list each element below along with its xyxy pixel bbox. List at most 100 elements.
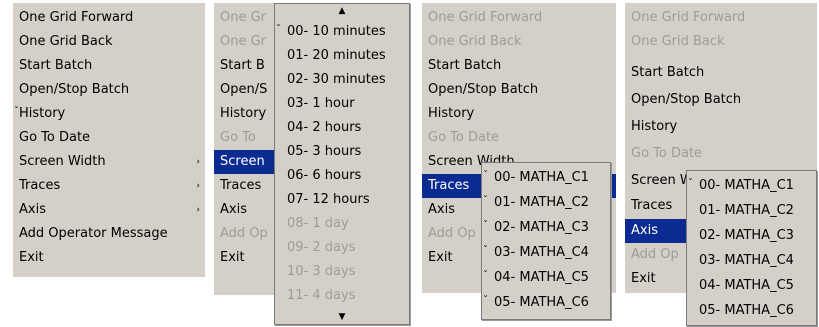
submenu-item-01[interactable]: 01- MATHA_C2	[687, 199, 816, 223]
check-mark-icon: ˇ	[14, 106, 19, 117]
submenu-item-03[interactable]: 03- MATHA_C4	[687, 249, 816, 273]
menu-item-label: Axis	[428, 202, 455, 217]
check-mark-icon: ˇ	[483, 270, 488, 281]
menu-item-label: Add Op	[220, 226, 268, 241]
menu-item-open-stop-batch[interactable]: Open/Stop Batch	[625, 88, 817, 112]
submenu-item-06[interactable]: 06- 6 hours	[275, 164, 409, 188]
submenu-item-04[interactable]: 04- MATHA_C5	[687, 274, 816, 298]
menu-item-label: One Gr	[220, 34, 267, 49]
menu-item-history[interactable]: History	[625, 115, 817, 139]
submenu-item-02[interactable]: 02- MATHA_C3	[687, 224, 816, 248]
menu-item-label: Go To Date	[428, 130, 500, 145]
menu-item-label: Go To Date	[19, 130, 91, 145]
submenu-item-09: 09- 2 days	[275, 236, 409, 260]
menu-item-go-to-date: Go To Date	[422, 126, 616, 150]
menu-item-label: Axis	[631, 223, 658, 238]
check-mark-icon: ˇ	[483, 245, 488, 256]
menu-item-label: Start Batch	[631, 65, 705, 80]
menu-item-label: Start B	[220, 58, 265, 73]
menu-item-one-grid-forward[interactable]: One Grid Forward	[13, 6, 205, 30]
menu-item-label: One Grid Back	[19, 34, 113, 49]
menu-item-label: One Grid Forward	[428, 10, 543, 25]
menu-item-label: History	[19, 106, 66, 121]
menu-item-label: History	[428, 106, 475, 121]
scroll-down-icon[interactable]: ▼	[275, 310, 409, 324]
context-menu-main: One Grid Forward One Grid Back Start Bat…	[13, 3, 205, 277]
submenu-item-05[interactable]: 05- 3 hours	[275, 140, 409, 164]
submenu-item-label: 04- MATHA_C5	[494, 270, 589, 285]
menu-item-label: Start Batch	[428, 58, 502, 73]
menu-item-label: Go To	[220, 130, 256, 145]
submenu-item-08: 08- 1 day	[275, 212, 409, 236]
menu-item-one-grid-back: One Grid Back	[625, 30, 817, 54]
menu-item-label: Traces	[428, 178, 470, 193]
submenu-item-label: 04- MATHA_C5	[699, 278, 794, 293]
submenu-item-label: 02- MATHA_C3	[699, 228, 794, 243]
submenu-item-label: 01- MATHA_C2	[699, 203, 794, 218]
submenu-item-04[interactable]: 04- 2 hours	[275, 116, 409, 140]
submenu-item-00[interactable]: ˇ 00- MATHA_C1	[482, 166, 610, 190]
submenu-item-01[interactable]: ˇ 01- MATHA_C2	[482, 191, 610, 215]
submenu-item-07[interactable]: 07- 12 hours	[275, 188, 409, 212]
submenu-item-label: 06- 6 hours	[287, 168, 362, 183]
submenu-item-label: 07- 12 hours	[287, 192, 370, 207]
menu-item-one-grid-forward: One Grid Forward	[422, 6, 616, 30]
menu-item-start-batch[interactable]: Start Batch	[422, 54, 616, 78]
submenu-item-05[interactable]: 05- MATHA_C6	[687, 299, 816, 323]
menu-item-label: Traces	[631, 198, 673, 213]
submenu-item-00[interactable]: ˇ 00- MATHA_C1	[687, 174, 816, 198]
menu-item-open-stop-batch[interactable]: Open/Stop Batch	[422, 78, 616, 102]
menu-item-screen-width[interactable]: Screen Width ›	[13, 150, 205, 174]
submenu-item-04[interactable]: ˇ 04- MATHA_C5	[482, 266, 610, 290]
menu-item-label: Screen Width	[19, 154, 106, 169]
traces-submenu: ˇ 00- MATHA_C1 ˇ 01- MATHA_C2 ˇ 02- MATHA_C…	[481, 162, 611, 320]
check-mark-icon: ˇ	[483, 220, 488, 231]
menu-item-go-to-date[interactable]: Go To Date	[13, 126, 205, 150]
menu-item-one-grid-forward: One Grid Forward	[625, 6, 817, 30]
menu-item-label: Open/Stop Batch	[428, 82, 539, 97]
submenu-item-02[interactable]: 02- 30 minutes	[275, 68, 409, 92]
submenu-item-00[interactable]: ˇ 00- 10 minutes	[275, 20, 409, 44]
menu-item-exit[interactable]: Exit	[13, 246, 205, 270]
menu-item-history[interactable]: History	[422, 102, 616, 126]
submenu-item-label: 05- 3 hours	[287, 144, 362, 159]
submenu-item-label: 05- MATHA_C6	[494, 295, 589, 310]
menu-item-label: Screen	[220, 154, 265, 169]
submenu-item-label: 05- MATHA_C6	[699, 303, 794, 318]
scroll-up-icon[interactable]: ▲	[275, 4, 409, 18]
menu-item-label: One Grid Back	[428, 34, 522, 49]
menu-item-label: Open/Stop Batch	[19, 82, 130, 97]
menu-item-label: History	[631, 119, 678, 134]
menu-item-label: Start Batch	[19, 58, 93, 73]
submenu-item-label: 09- 2 days	[287, 240, 356, 255]
menu-item-one-grid-back[interactable]: One Grid Back	[13, 30, 205, 54]
menu-item-label: Open/Stop Batch	[631, 92, 742, 107]
check-mark-icon: ˇ	[276, 24, 281, 35]
submenu-item-03[interactable]: ˇ 03- MATHA_C4	[482, 241, 610, 265]
submenu-item-05[interactable]: ˇ 05- MATHA_C6	[482, 291, 610, 315]
menu-item-history[interactable]: ˇ History	[13, 102, 205, 126]
menu-item-label: Traces	[220, 178, 262, 193]
submenu-item-02[interactable]: ˇ 02- MATHA_C3	[482, 216, 610, 240]
menu-item-label: Exit	[428, 250, 453, 265]
submenu-item-10: 10- 3 days	[275, 260, 409, 284]
menu-item-label: Axis	[220, 202, 247, 217]
submenu-item-03[interactable]: 03- 1 hour	[275, 92, 409, 116]
submenu-arrow-icon: ›	[196, 157, 200, 167]
submenu-item-label: 02- 30 minutes	[287, 72, 386, 87]
submenu-item-label: 01- 20 minutes	[287, 48, 386, 63]
check-mark-icon: ˇ	[483, 295, 488, 306]
menu-item-start-batch[interactable]: Start Batch	[625, 61, 817, 85]
menu-item-label: Exit	[631, 271, 656, 286]
screen-width-submenu: ▲ ˇ 00- 10 minutes 01- 20 minutes 02- 30 …	[274, 3, 410, 325]
menu-item-start-batch[interactable]: Start Batch	[13, 54, 205, 78]
menu-item-label: Open/S	[220, 82, 268, 97]
submenu-item-01[interactable]: 01- 20 minutes	[275, 44, 409, 68]
menu-item-axis[interactable]: Axis ›	[13, 198, 205, 222]
menu-item-label: One Grid Back	[631, 34, 725, 49]
menu-item-add-operator-message[interactable]: Add Operator Message	[13, 222, 205, 246]
submenu-item-label: 03- MATHA_C4	[699, 253, 794, 268]
menu-item-open-stop-batch[interactable]: Open/Stop Batch	[13, 78, 205, 102]
submenu-item-11: 11- 4 days	[275, 284, 409, 308]
menu-item-traces[interactable]: Traces ›	[13, 174, 205, 198]
